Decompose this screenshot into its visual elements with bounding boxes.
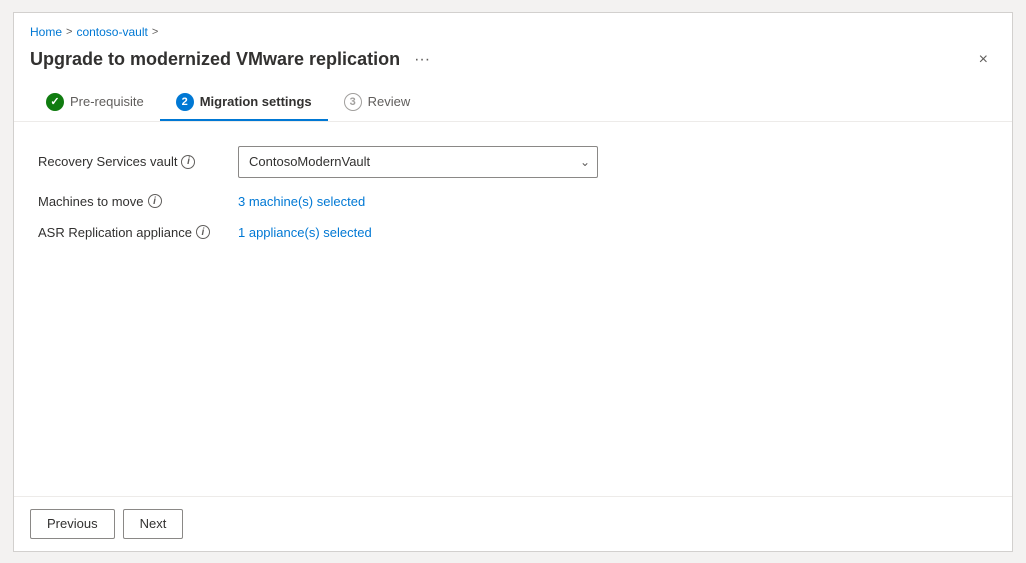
- tab-migration-settings[interactable]: 2 Migration settings: [160, 85, 328, 121]
- recovery-vault-label: Recovery Services vault i: [38, 154, 238, 169]
- recovery-vault-info-icon[interactable]: i: [181, 155, 195, 169]
- breadcrumb-vault[interactable]: contoso-vault: [76, 25, 147, 39]
- modal-body: Recovery Services vault i ContosoModernV…: [14, 122, 1012, 496]
- tab-label-prerequisite: Pre-requisite: [70, 94, 144, 109]
- next-button[interactable]: Next: [123, 509, 184, 539]
- tabs: ✓ Pre-requisite 2 Migration settings 3 R…: [30, 85, 996, 121]
- asr-replication-row: ASR Replication appliance i 1 appliance(…: [38, 225, 988, 240]
- asr-replication-label: ASR Replication appliance i: [38, 225, 238, 240]
- machines-to-move-control: 3 machine(s) selected: [238, 194, 988, 209]
- tab-label-migration-settings: Migration settings: [200, 94, 312, 109]
- tab-review[interactable]: 3 Review: [328, 85, 427, 121]
- tab-label-review: Review: [368, 94, 411, 109]
- machines-to-move-label-text: Machines to move: [38, 194, 144, 209]
- asr-replication-info-icon[interactable]: i: [196, 225, 210, 239]
- tab-icon-review: 3: [344, 93, 362, 111]
- recovery-vault-row: Recovery Services vault i ContosoModernV…: [38, 146, 988, 178]
- machines-to-move-row: Machines to move i 3 machine(s) selected: [38, 194, 988, 209]
- close-button[interactable]: ×: [971, 47, 996, 73]
- recovery-vault-label-text: Recovery Services vault: [38, 154, 177, 169]
- tab-icon-migration-settings: 2: [176, 93, 194, 111]
- breadcrumb-separator-1: >: [66, 26, 72, 38]
- modal-overlay: Home > contoso-vault > Upgrade to modern…: [0, 0, 1026, 563]
- modal-footer: Previous Next: [14, 496, 1012, 551]
- modal-header: Home > contoso-vault > Upgrade to modern…: [14, 13, 1012, 122]
- machines-to-move-label: Machines to move i: [38, 194, 238, 209]
- more-options-button[interactable]: ···: [408, 49, 436, 71]
- recovery-vault-control: ContosoModernVault ⌄: [238, 146, 988, 178]
- modal-title: Upgrade to modernized VMware replication: [30, 49, 400, 70]
- title-row-left: Upgrade to modernized VMware replication…: [30, 49, 436, 71]
- tab-prerequisite[interactable]: ✓ Pre-requisite: [30, 85, 160, 121]
- title-row: Upgrade to modernized VMware replication…: [30, 47, 996, 73]
- recovery-vault-select[interactable]: ContosoModernVault: [238, 146, 598, 178]
- modal: Home > contoso-vault > Upgrade to modern…: [13, 12, 1013, 552]
- breadcrumb-separator-2: >: [152, 26, 158, 38]
- asr-replication-label-text: ASR Replication appliance: [38, 225, 192, 240]
- asr-replication-link[interactable]: 1 appliance(s) selected: [238, 225, 372, 240]
- previous-button[interactable]: Previous: [30, 509, 115, 539]
- machines-to-move-link[interactable]: 3 machine(s) selected: [238, 194, 365, 209]
- asr-replication-control: 1 appliance(s) selected: [238, 225, 988, 240]
- recovery-vault-select-wrapper: ContosoModernVault ⌄: [238, 146, 598, 178]
- machines-to-move-info-icon[interactable]: i: [148, 194, 162, 208]
- breadcrumb: Home > contoso-vault >: [30, 25, 996, 39]
- tab-icon-prerequisite: ✓: [46, 93, 64, 111]
- breadcrumb-home[interactable]: Home: [30, 25, 62, 39]
